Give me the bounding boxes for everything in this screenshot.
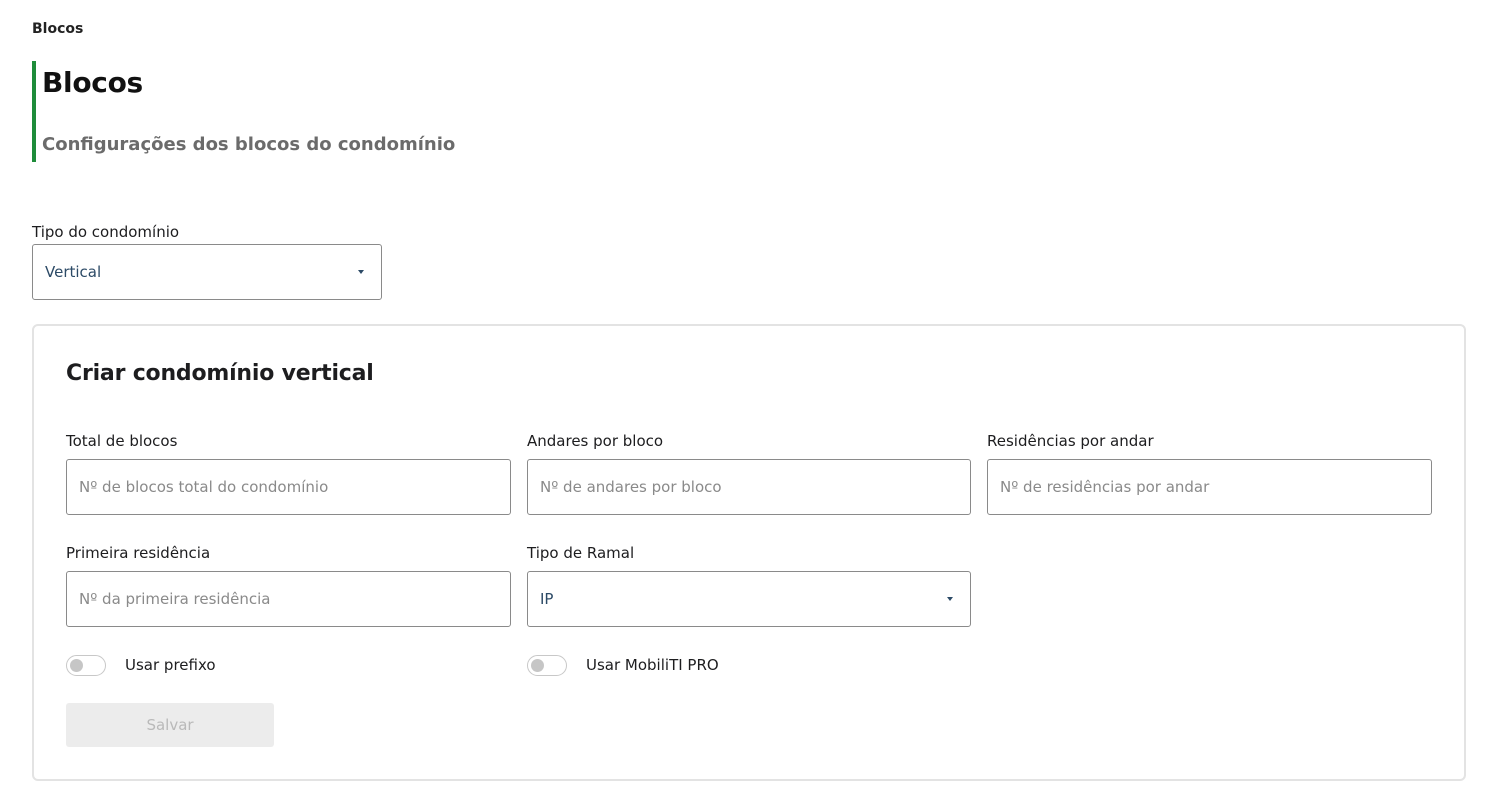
residences-per-floor-label: Residências por andar (987, 432, 1154, 450)
condo-type-label: Tipo do condomínio (32, 223, 180, 241)
extension-type-value: IP (540, 590, 554, 608)
floors-per-block-label: Andares por bloco (527, 432, 664, 450)
toggle-knob (70, 659, 83, 672)
first-residence-input[interactable] (66, 571, 511, 627)
breadcrumb: Blocos (32, 21, 84, 37)
page-subtitle: Configurações dos blocos do condomínio (42, 134, 456, 155)
caret-down-icon (358, 270, 364, 274)
mobiliti-pro-toggle[interactable] (527, 655, 567, 676)
mobiliti-pro-toggle-label: Usar MobiliTI PRO (586, 656, 719, 674)
extension-type-label: Tipo de Ramal (527, 544, 635, 562)
first-residence-label: Primeira residência (66, 544, 211, 562)
condo-type-value: Vertical (45, 263, 102, 281)
residences-per-floor-input[interactable] (987, 459, 1432, 515)
card-title: Criar condomínio vertical (66, 361, 374, 386)
prefix-toggle[interactable] (66, 655, 106, 676)
extension-type-select[interactable]: IP (527, 571, 971, 627)
page-header: Blocos Configurações dos blocos do condo… (32, 61, 632, 162)
floors-per-block-input[interactable] (527, 459, 971, 515)
page-title: Blocos (42, 66, 143, 99)
total-blocks-input[interactable] (66, 459, 511, 515)
prefix-toggle-label: Usar prefixo (125, 656, 216, 674)
condo-type-select[interactable]: Vertical (32, 244, 382, 300)
caret-down-icon (947, 597, 953, 601)
save-button[interactable]: Salvar (66, 703, 274, 747)
create-vertical-card: Criar condomínio vertical Total de bloco… (32, 324, 1466, 781)
toggle-knob (531, 659, 544, 672)
total-blocks-label: Total de blocos (66, 432, 178, 450)
